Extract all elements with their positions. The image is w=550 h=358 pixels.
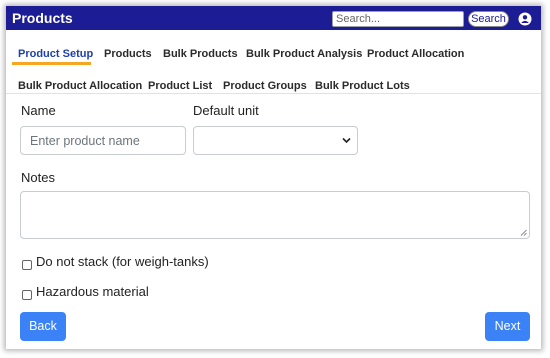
tab-product-setup[interactable]: Product Setup xyxy=(18,47,93,61)
active-tab-indicator xyxy=(12,62,91,65)
app-title: Products xyxy=(12,10,73,26)
tab-product-list[interactable]: Product List xyxy=(148,79,212,93)
tab-bulk-products[interactable]: Bulk Products xyxy=(163,47,238,61)
do-not-stack-checkbox[interactable] xyxy=(22,260,32,270)
header-bar: Products Search xyxy=(6,6,541,30)
tab-bulk-product-allocation[interactable]: Bulk Product Allocation xyxy=(18,79,142,93)
user-icon[interactable] xyxy=(518,12,532,26)
next-button[interactable]: Next xyxy=(485,312,530,341)
unit-label: Default unit xyxy=(193,103,259,118)
chevron-down-icon xyxy=(342,137,351,144)
hazardous-material-checkbox[interactable] xyxy=(22,290,32,300)
tab-bulk-product-analysis[interactable]: Bulk Product Analysis xyxy=(246,47,362,61)
name-label: Name xyxy=(21,103,56,118)
hazardous-material-label: Hazardous material xyxy=(36,284,149,299)
tab-product-allocation[interactable]: Product Allocation xyxy=(367,47,464,61)
back-button[interactable]: Back xyxy=(20,312,66,341)
tab-products[interactable]: Products xyxy=(104,47,152,61)
default-unit-select[interactable] xyxy=(193,126,358,155)
name-input[interactable] xyxy=(21,127,185,154)
products-window: Products Search Product Setup Products B… xyxy=(6,6,541,349)
tab-product-groups[interactable]: Product Groups xyxy=(223,79,307,93)
do-not-stack-label: Do not stack (for weigh-tanks) xyxy=(36,254,209,269)
tab-bulk-product-lots[interactable]: Bulk Product Lots xyxy=(315,79,410,93)
resize-handle-icon[interactable] xyxy=(520,229,527,236)
name-field[interactable] xyxy=(20,126,186,155)
search-button[interactable]: Search xyxy=(468,11,509,27)
notes-textarea[interactable] xyxy=(20,191,530,239)
notes-label: Notes xyxy=(21,170,55,185)
search-input[interactable] xyxy=(332,11,464,27)
tab-bar: Product Setup Products Bulk Products Bul… xyxy=(6,30,541,94)
